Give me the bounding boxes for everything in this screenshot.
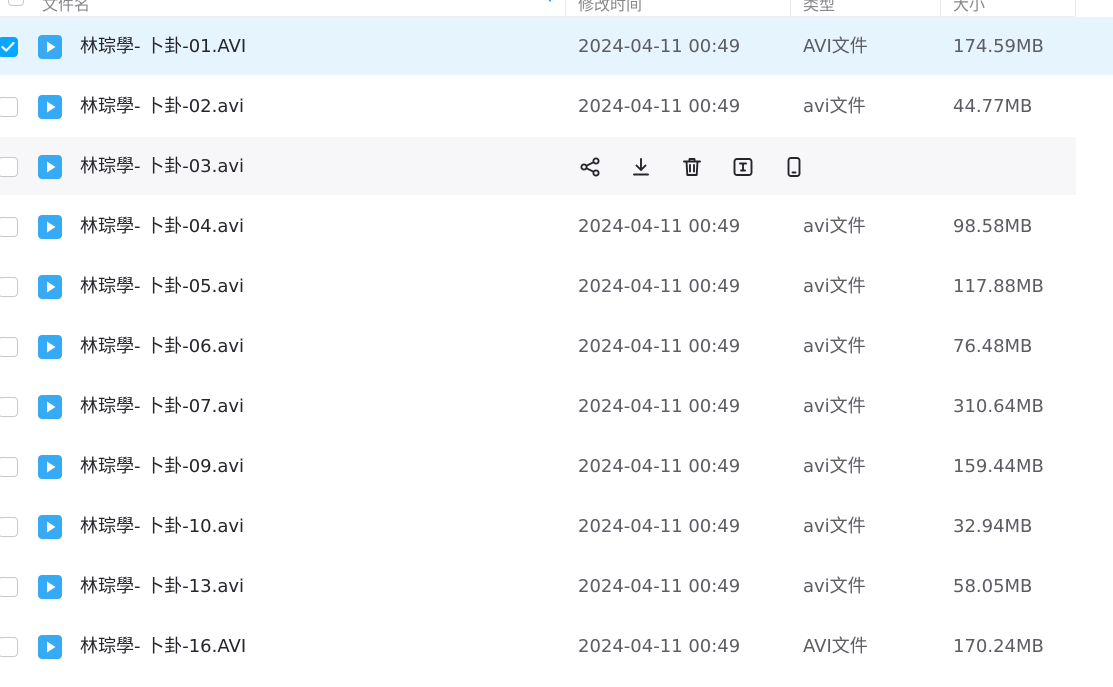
column-header-name[interactable]: 文件名 <box>42 0 90 15</box>
column-header-type[interactable]: 类型 <box>803 0 835 15</box>
file-modified-date: 2024-04-11 00:49 <box>578 396 741 417</box>
file-name[interactable]: 林琮學- 卜卦-07.avi <box>80 395 244 419</box>
file-type: avi文件 <box>803 456 866 477</box>
file-name[interactable]: 林琮學- 卜卦-04.avi <box>80 215 244 239</box>
file-modified-date: 2024-04-11 00:49 <box>578 36 741 57</box>
video-file-icon <box>38 575 62 599</box>
file-size: 170.24MB <box>953 636 1044 657</box>
row-checkbox[interactable] <box>0 337 18 357</box>
column-divider <box>565 0 566 16</box>
row-checkbox[interactable] <box>0 577 18 597</box>
file-modified-date: 2024-04-11 00:49 <box>578 336 741 357</box>
column-divider <box>1075 0 1076 16</box>
file-size: 159.44MB <box>953 456 1044 477</box>
video-file-icon <box>38 335 62 359</box>
file-size: 32.94MB <box>953 516 1033 537</box>
video-file-icon <box>38 275 62 299</box>
row-checkbox[interactable] <box>0 217 18 237</box>
column-divider <box>790 0 791 16</box>
video-file-icon <box>38 515 62 539</box>
row-checkbox[interactable] <box>0 157 18 177</box>
file-row[interactable]: 林琮學- 卜卦-05.avi 2024-04-11 00:49 avi文件 11… <box>0 257 1076 315</box>
file-name[interactable]: 林琮學- 卜卦-01.AVI <box>80 35 246 59</box>
file-name[interactable]: 林琮學- 卜卦-05.avi <box>80 275 244 299</box>
column-header-size[interactable]: 大小 <box>953 0 985 15</box>
file-type: avi文件 <box>803 276 866 297</box>
file-type: avi文件 <box>803 216 866 237</box>
file-name[interactable]: 林琮學- 卜卦-06.avi <box>80 335 244 359</box>
file-size: 76.48MB <box>953 336 1033 357</box>
video-file-icon <box>38 395 62 419</box>
row-checkbox[interactable] <box>0 97 18 117</box>
video-file-icon <box>38 215 62 239</box>
file-row[interactable]: 林琮學- 卜卦-01.AVI 2024-04-11 00:49 AVI文件 17… <box>0 17 1113 75</box>
file-row[interactable]: 林琮學- 卜卦-09.avi 2024-04-11 00:49 avi文件 15… <box>0 437 1076 495</box>
file-row[interactable]: 林琮學- 卜卦-10.avi 2024-04-11 00:49 avi文件 32… <box>0 497 1076 555</box>
video-file-icon <box>38 635 62 659</box>
file-type: avi文件 <box>803 396 866 417</box>
file-row[interactable]: 林琮學- 卜卦-07.avi 2024-04-11 00:49 avi文件 31… <box>0 377 1076 435</box>
video-file-icon <box>38 455 62 479</box>
row-checkbox[interactable] <box>0 457 18 477</box>
file-size: 174.59MB <box>953 36 1044 57</box>
share-icon[interactable] <box>578 155 602 179</box>
file-modified-date: 2024-04-11 00:49 <box>578 276 741 297</box>
delete-icon[interactable] <box>680 155 704 179</box>
video-file-icon <box>38 155 62 179</box>
file-modified-date: 2024-04-11 00:49 <box>578 456 741 477</box>
file-row[interactable]: 林琮學- 卜卦-02.avi 2024-04-11 00:49 avi文件 44… <box>0 77 1076 135</box>
column-divider <box>940 0 941 16</box>
row-checkbox[interactable] <box>0 517 18 537</box>
video-file-icon <box>38 35 62 59</box>
file-modified-date: 2024-04-11 00:49 <box>578 216 741 237</box>
rename-icon[interactable] <box>731 155 755 179</box>
file-size: 58.05MB <box>953 576 1033 597</box>
file-name[interactable]: 林琮學- 卜卦-09.avi <box>80 455 244 479</box>
select-all-checkbox[interactable] <box>8 0 24 6</box>
file-type: AVI文件 <box>803 636 868 657</box>
video-file-icon <box>38 95 62 119</box>
file-name[interactable]: 林琮學- 卜卦-03.avi <box>80 155 244 179</box>
file-modified-date: 2024-04-11 00:49 <box>578 636 741 657</box>
file-modified-date: 2024-04-11 00:49 <box>578 516 741 537</box>
file-type: avi文件 <box>803 96 866 117</box>
file-type: avi文件 <box>803 336 866 357</box>
column-header-modified[interactable]: 修改时间 <box>578 0 642 15</box>
file-name[interactable]: 林琮學- 卜卦-13.avi <box>80 575 244 599</box>
file-row[interactable]: 林琮學- 卜卦-13.avi 2024-04-11 00:49 avi文件 58… <box>0 557 1076 615</box>
file-type: AVI文件 <box>803 36 868 57</box>
file-modified-date: 2024-04-11 00:49 <box>578 576 741 597</box>
file-size: 44.77MB <box>953 96 1033 117</box>
file-type: avi文件 <box>803 516 866 537</box>
file-modified-date: 2024-04-11 00:49 <box>578 96 741 117</box>
sort-desc-icon[interactable] <box>546 0 554 2</box>
row-checkbox[interactable] <box>0 37 18 57</box>
file-size: 310.64MB <box>953 396 1044 417</box>
file-name[interactable]: 林琮學- 卜卦-02.avi <box>80 95 244 119</box>
file-row[interactable]: 林琮學- 卜卦-04.avi 2024-04-11 00:49 avi文件 98… <box>0 197 1076 255</box>
mobile-icon[interactable] <box>782 155 806 179</box>
file-size: 117.88MB <box>953 276 1044 297</box>
row-checkbox[interactable] <box>0 277 18 297</box>
file-list-header: 文件名 修改时间 类型 大小 <box>0 0 1076 17</box>
file-type: avi文件 <box>803 576 866 597</box>
file-row[interactable]: 林琮學- 卜卦-06.avi 2024-04-11 00:49 avi文件 76… <box>0 317 1076 375</box>
row-checkbox[interactable] <box>0 637 18 657</box>
file-name[interactable]: 林琮學- 卜卦-10.avi <box>80 515 244 539</box>
file-row[interactable]: 林琮學- 卜卦-16.AVI 2024-04-11 00:49 AVI文件 17… <box>0 617 1076 675</box>
download-icon[interactable] <box>629 155 653 179</box>
file-name[interactable]: 林琮學- 卜卦-16.AVI <box>80 635 246 659</box>
file-row[interactable]: 林琮學- 卜卦-03.avi <box>0 137 1076 195</box>
file-size: 98.58MB <box>953 216 1033 237</box>
row-checkbox[interactable] <box>0 397 18 417</box>
